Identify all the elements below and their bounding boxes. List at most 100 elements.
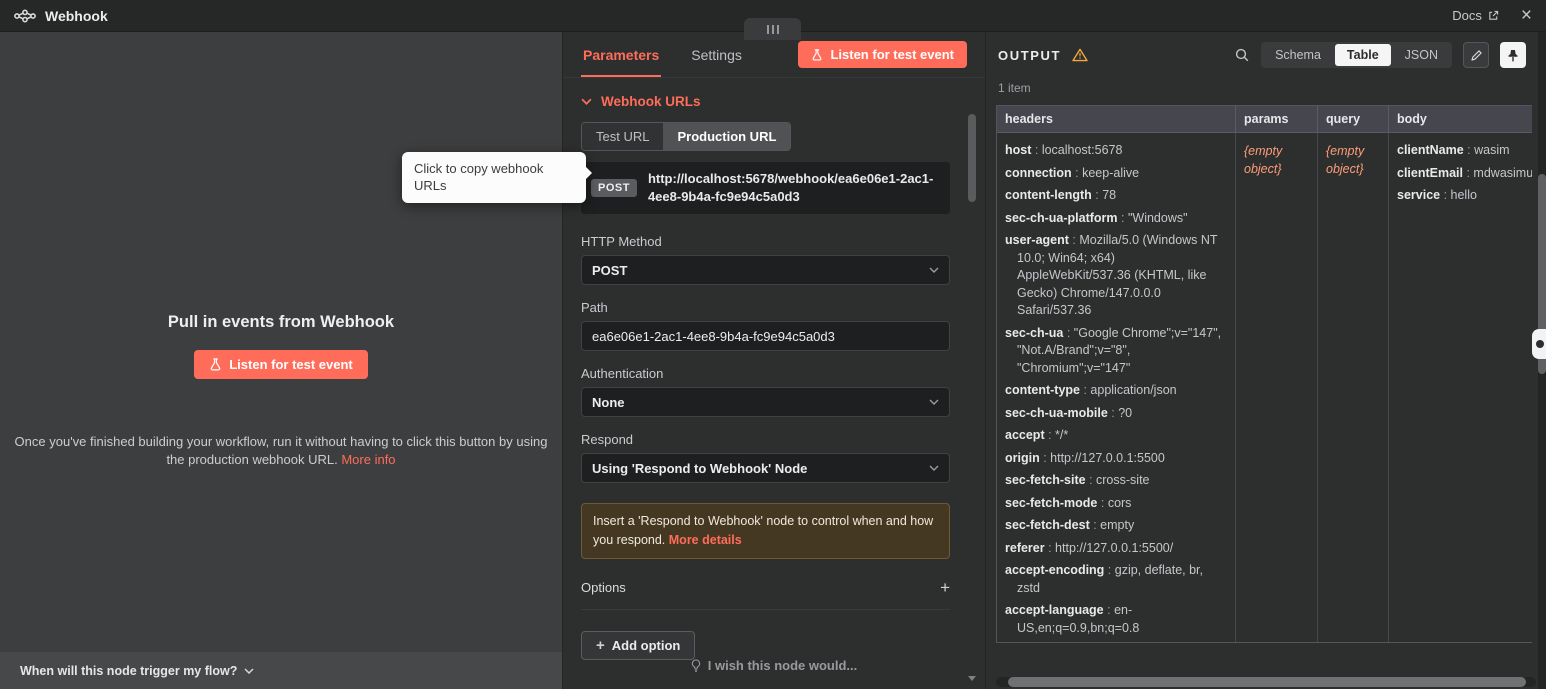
column-header-params[interactable]: params — [1236, 106, 1318, 133]
output-header: OUTPUT Schema Table JSON — [986, 32, 1538, 78]
view-json[interactable]: JSON — [1393, 44, 1450, 66]
webhook-url-copy[interactable]: POST http://localhost:5678/webhook/ea6e0… — [581, 162, 950, 215]
output-horizontal-scrollbar[interactable] — [996, 677, 1536, 687]
docs-link[interactable]: Docs — [1452, 8, 1499, 23]
headers-cell: host : localhost:5678 connection : keep-a… — [997, 133, 1236, 642]
edit-output-button[interactable] — [1463, 42, 1489, 68]
node-title: Webhook — [45, 7, 108, 24]
lightbulb-icon — [691, 658, 701, 673]
flask-icon — [811, 48, 823, 61]
add-option-button[interactable]: + Add option — [581, 630, 696, 660]
listen-test-event-button-top[interactable]: Listen for test event — [798, 41, 967, 68]
assistant-icon — [1536, 340, 1544, 348]
kv-entry: origin : http://127.0.0.1:5500 — [1005, 450, 1165, 465]
respond-select[interactable]: Using 'Respond to Webhook' Node — [581, 453, 950, 484]
search-icon[interactable] — [1234, 47, 1250, 63]
panel-drag-handle[interactable] — [744, 18, 801, 40]
add-option-plus-icon[interactable]: + — [940, 579, 950, 596]
kv-entry: host : localhost:5678 — [1005, 143, 1123, 157]
kv-entry: clientName : wasim — [1397, 143, 1510, 157]
chevron-down-icon — [929, 399, 939, 406]
scrollbar-thumb[interactable] — [1008, 677, 1526, 687]
webhook-node-detail-view: Webhook Docs × Pull in events from Webho… — [0, 0, 1546, 689]
path-label: Path — [581, 300, 608, 316]
view-schema[interactable]: Schema — [1263, 44, 1333, 66]
path-input[interactable] — [581, 321, 950, 352]
scroll-down-arrow-icon[interactable] — [968, 676, 976, 681]
test-url-tab[interactable]: Test URL — [582, 123, 664, 150]
kv-entry: user-agent : Mozilla/5.0 (Windows NT 10.… — [1005, 233, 1218, 317]
kv-entry: accept-language : en-US,en;q=0.9,bn;q=0.… — [1005, 603, 1140, 635]
column-header-query[interactable]: query — [1318, 106, 1389, 133]
add-option-label: Add option — [611, 637, 681, 653]
parameters-panel: Parameters Settings Listen for test even… — [562, 32, 985, 689]
kv-entry: content-length : 78 — [1005, 188, 1117, 202]
view-table[interactable]: Table — [1334, 44, 1391, 66]
respond-label: Respond — [581, 432, 634, 448]
plus-icon: + — [596, 636, 605, 654]
external-link-icon — [1488, 10, 1499, 21]
kv-entry: service : hello — [1397, 188, 1477, 202]
url-mode-segmented: Test URL Production URL — [581, 122, 792, 151]
close-icon[interactable]: × — [1521, 6, 1532, 25]
options-row: Options + — [581, 579, 950, 610]
wish-label: I wish this node would... — [707, 658, 858, 673]
authentication-select[interactable]: None — [581, 387, 950, 418]
n8n-logo-icon — [14, 9, 36, 23]
kv-entry: sec-fetch-mode : cors — [1005, 495, 1132, 510]
node-wish-link[interactable]: I wish this node would... — [563, 658, 985, 673]
items-count: 1 item — [998, 81, 1031, 95]
kv-entry: sec-fetch-site : cross-site — [1005, 473, 1150, 487]
column-header-headers[interactable]: headers — [997, 106, 1236, 133]
chevron-down-icon — [929, 465, 939, 472]
trigger-heading: Pull in events from Webhook — [167, 313, 395, 331]
pin-data-button[interactable] — [1500, 42, 1526, 68]
column-header-body[interactable]: body — [1389, 106, 1532, 133]
more-info-link[interactable]: More info — [341, 452, 395, 467]
listen-button-label: Listen for test event — [229, 357, 353, 372]
kv-entry: content-type : application/json — [1005, 383, 1177, 397]
webhook-url-text: http://localhost:5678/webhook/ea6e06e1-2… — [647, 171, 934, 205]
http-method-label: HTTP Method — [581, 234, 662, 250]
body-cell: clientName : wasim clientEmail : mdwasimu… — [1389, 133, 1532, 642]
kv-entry: sec-ch-ua-platform : "Windows" — [1005, 210, 1188, 225]
kv-entry: sec-ch-ua : "Google Chrome";v="147", "No… — [1005, 325, 1222, 375]
webhook-urls-label: Webhook URLs — [601, 94, 701, 109]
chevron-down-icon — [581, 98, 592, 105]
http-method-select[interactable]: POST — [581, 255, 950, 286]
params-cell: {empty object} — [1236, 133, 1318, 642]
output-view-switcher: Schema Table JSON — [1261, 42, 1452, 68]
production-url-tab[interactable]: Production URL — [663, 123, 791, 150]
kv-entry: connection : keep-alive — [1005, 165, 1140, 180]
trigger-prompt: Pull in events from Webhook Listen for t… — [0, 313, 562, 469]
kv-entry: referer : http://127.0.0.1:5500/ — [1005, 540, 1174, 555]
assistant-button[interactable] — [1532, 329, 1546, 359]
kv-entry: sec-fetch-dest : empty — [1005, 518, 1135, 532]
respond-value: Using 'Respond to Webhook' Node — [592, 460, 808, 476]
query-cell: {empty object} — [1318, 133, 1389, 642]
chevron-down-icon — [244, 667, 254, 674]
kv-entry: clientEmail : mdwasimu — [1397, 165, 1532, 180]
authentication-value: None — [592, 394, 625, 410]
listen-test-event-button[interactable]: Listen for test event — [194, 350, 368, 379]
trigger-faq-label: When will this node trigger my flow? — [20, 663, 238, 678]
more-details-link[interactable]: More details — [669, 533, 742, 547]
scrollbar-thumb[interactable] — [968, 114, 976, 202]
trigger-faq-toggle[interactable]: When will this node trigger my flow? — [0, 652, 562, 689]
tab-parameters[interactable]: Parameters — [581, 34, 662, 77]
authentication-label: Authentication — [581, 366, 664, 382]
output-title: OUTPUT — [998, 47, 1062, 63]
parameters-scrollbar[interactable] — [968, 82, 976, 681]
chevron-down-icon — [929, 267, 939, 274]
copy-webhook-tooltip: Click to copy webhook URLs — [402, 152, 592, 204]
kv-entry: accept-encoding : gzip, deflate, br, zst… — [1005, 563, 1204, 595]
output-panel: OUTPUT Schema Table JSON 1 item headers … — [985, 32, 1538, 689]
tab-settings[interactable]: Settings — [689, 34, 744, 77]
parameters-body: Webhook URLs Test URL Production URL POS… — [563, 78, 985, 660]
output-vertical-scrollbar[interactable] — [1538, 32, 1546, 689]
options-label: Options — [581, 579, 626, 595]
webhook-urls-section-toggle[interactable]: Webhook URLs — [581, 94, 950, 109]
respond-notice: Insert a 'Respond to Webhook' node to co… — [581, 503, 950, 559]
http-method-value: POST — [592, 262, 628, 278]
production-hint: Once you've finished building your workf… — [14, 434, 548, 468]
